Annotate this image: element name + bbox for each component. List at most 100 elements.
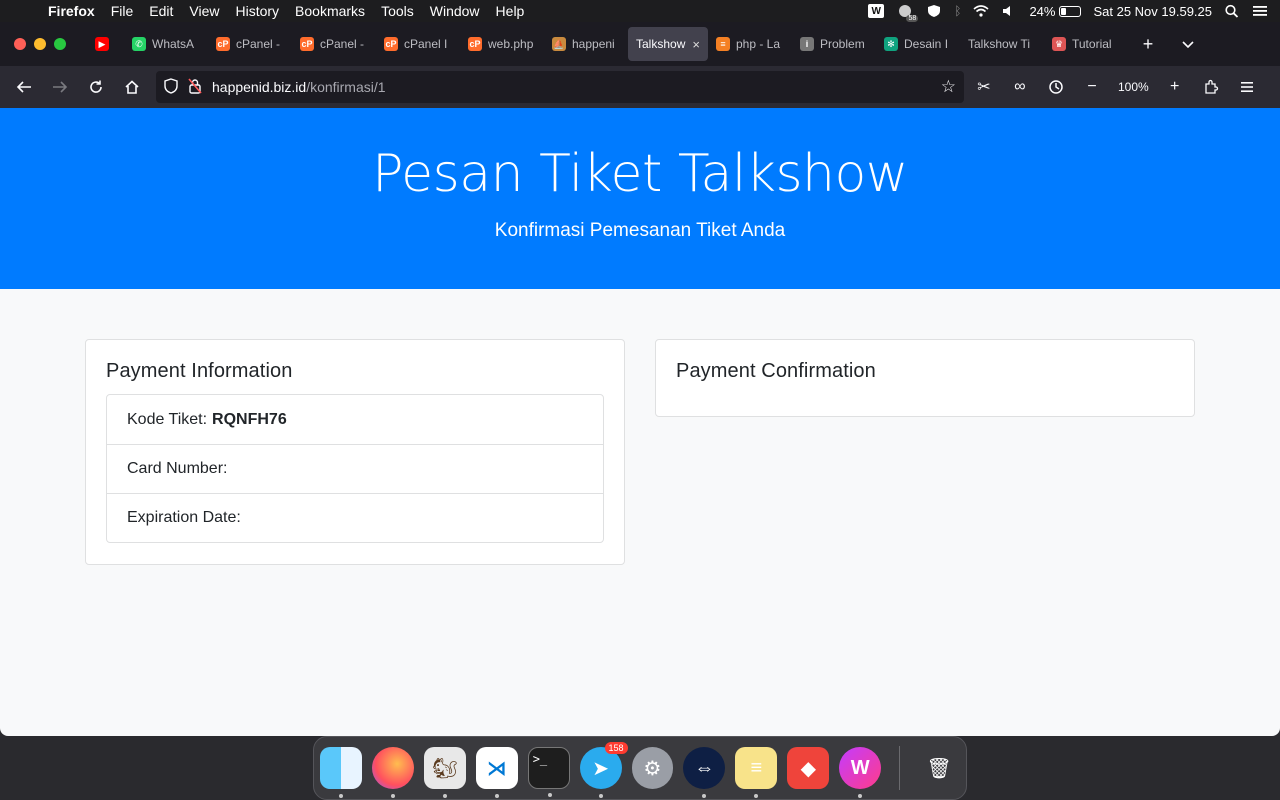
extensions-puzzle-icon[interactable]: [1195, 72, 1227, 102]
forward-button[interactable]: [44, 72, 76, 102]
cpanel-icon: cP: [384, 37, 398, 51]
url-bar[interactable]: happenid.biz.id/konfirmasi/1 ☆: [156, 71, 964, 103]
volume-icon[interactable]: [1001, 4, 1017, 18]
tab[interactable]: ⛵ happeni: [544, 27, 628, 61]
expiration-date-label: Expiration Date:: [127, 509, 241, 526]
stackoverflow-icon: ≡: [716, 37, 730, 51]
vpn-shield-icon[interactable]: [926, 4, 942, 18]
tab[interactable]: ✆ WhatsA: [124, 27, 208, 61]
tab[interactable]: cP web.php: [460, 27, 544, 61]
menu-view[interactable]: View: [181, 3, 227, 19]
whatsapp-icon: ✆: [132, 37, 146, 51]
bluetooth-icon[interactable]: ᛒ: [954, 4, 961, 18]
wps-status-icon[interactable]: W: [868, 4, 885, 18]
url-host: happenid.biz.id: [212, 79, 307, 95]
tab-list: ▶ ✆ WhatsA cP cPanel - cP cPanel - cP cPanel Ic…: [80, 22, 1128, 66]
url-path: /konfirmasi/1: [306, 79, 386, 95]
dock-telegram-icon[interactable]: ➤ 158: [579, 742, 628, 798]
tab[interactable]: cP cPanel -: [292, 27, 376, 61]
screenshot-icon[interactable]: ✂: [968, 72, 1000, 102]
dock-system-preferences-icon[interactable]: ⚙: [631, 747, 674, 789]
telegram-unread-badge: 158: [604, 742, 628, 754]
tab-pinned-youtube[interactable]: ▶: [80, 27, 124, 61]
battery-icon: [1059, 5, 1082, 17]
browser-tab-strip: ▶ ✆ WhatsA cP cPanel - cP cPanel - cP cPanel Ic…: [0, 22, 1280, 66]
list-item-kode-tiket: Kode Tiket: RQNFH76: [107, 395, 603, 444]
tab-label: cPanel I: [404, 37, 448, 51]
notification-status-icon[interactable]: 58: [896, 4, 919, 22]
home-button[interactable]: [116, 72, 148, 102]
menu-file[interactable]: File: [103, 3, 142, 19]
zoom-in-button[interactable]: +: [1159, 72, 1191, 102]
maximize-window-button[interactable]: [54, 38, 66, 50]
tab-active[interactable]: Talkshow ×: [628, 27, 708, 61]
dock-anydesk-icon[interactable]: ◆: [787, 747, 830, 789]
history-clock-icon[interactable]: [1040, 72, 1072, 102]
back-button[interactable]: [8, 72, 40, 102]
menu-history[interactable]: History: [227, 3, 287, 19]
menu-window[interactable]: Window: [422, 3, 488, 19]
menu-help[interactable]: Help: [488, 3, 533, 19]
list-all-tabs-chevron-down-icon[interactable]: [1168, 34, 1208, 55]
ship-icon: ⛵: [552, 37, 566, 51]
tab[interactable]: cP cPanel -: [208, 27, 292, 61]
insecure-lock-icon[interactable]: [188, 77, 202, 97]
dock-trash-icon[interactable]: 🗑: [918, 747, 960, 789]
spotlight-search-icon[interactable]: [1224, 4, 1240, 18]
macos-menubar: Firefox File Edit View History Bookmarks…: [0, 0, 1280, 22]
payment-information-card: Payment Information Kode Tiket: RQNFH76 …: [85, 339, 625, 565]
payment-confirmation-card: Payment Confirmation: [655, 339, 1195, 417]
tab[interactable]: ♛ Tutorial: [1044, 27, 1128, 61]
dock-notes-icon[interactable]: ≡: [735, 747, 778, 798]
dock-wps-office-icon[interactable]: W: [839, 747, 882, 798]
card-number-label: Card Number:: [127, 460, 228, 477]
tutorial-icon: ♛: [1052, 37, 1066, 51]
menu-app-firefox[interactable]: Firefox: [40, 3, 103, 19]
info-icon: i: [800, 37, 814, 51]
wifi-icon[interactable]: [973, 4, 989, 18]
tab-label: cPanel -: [320, 37, 365, 51]
menu-bookmarks[interactable]: Bookmarks: [287, 3, 373, 19]
dock-vscode-icon[interactable]: ⋊: [475, 747, 518, 798]
reload-button[interactable]: [80, 72, 112, 102]
private-mask-icon[interactable]: ∞: [1004, 72, 1036, 102]
tab[interactable]: ≡ php - La: [708, 27, 792, 61]
tracking-protection-shield-icon[interactable]: [164, 77, 178, 97]
minimize-window-button[interactable]: [34, 38, 46, 50]
tab-label: Tutorial: [1072, 37, 1112, 51]
hero-banner: Pesan Tiket Talkshow Konfirmasi Pemesana…: [0, 108, 1280, 289]
dock-terminal-icon[interactable]: >_: [527, 747, 570, 797]
new-tab-button[interactable]: +: [1128, 34, 1168, 55]
bookmark-star-icon[interactable]: ☆: [941, 77, 956, 97]
menu-edit[interactable]: Edit: [141, 3, 181, 19]
page-subtitle: Konfirmasi Pemesanan Tiket Anda: [494, 220, 786, 241]
tab-label: happeni: [572, 37, 615, 51]
tab-label: WhatsA: [152, 37, 195, 51]
tab-label: web.php: [488, 37, 534, 51]
control-center-icon[interactable]: [1252, 4, 1268, 18]
web-page: Pesan Tiket Talkshow Konfirmasi Pemesana…: [0, 108, 1280, 736]
tab-label: cPanel -: [236, 37, 281, 51]
menu-tools[interactable]: Tools: [373, 3, 422, 19]
close-window-button[interactable]: [14, 38, 26, 50]
clock[interactable]: Sat 25 Nov 19.59.25: [1093, 4, 1212, 19]
dock-finder-icon[interactable]: [320, 747, 362, 798]
dock-sequel-ace-icon[interactable]: 🐿: [423, 747, 466, 798]
kode-tiket-value: RQNFH76: [212, 410, 287, 428]
zoom-level[interactable]: 100%: [1112, 80, 1155, 94]
zoom-out-button[interactable]: −: [1076, 72, 1108, 102]
list-item-expiration-date: Expiration Date:: [107, 493, 603, 542]
close-tab-icon[interactable]: ×: [692, 37, 700, 52]
battery-indicator[interactable]: 24%: [1029, 4, 1082, 19]
status-badge-count: 58: [906, 15, 919, 22]
cpanel-icon: cP: [468, 37, 482, 51]
window-controls: [0, 38, 80, 50]
page-title: Pesan Tiket Talkshow: [372, 144, 908, 204]
tab[interactable]: i Problem: [792, 27, 876, 61]
dock-firefox-icon[interactable]: [371, 747, 414, 798]
tab[interactable]: ✻ Desain I: [876, 27, 960, 61]
tab[interactable]: cP cPanel I: [376, 27, 460, 61]
tab[interactable]: Talkshow Ti: [960, 27, 1044, 61]
app-menu-hamburger-icon[interactable]: [1231, 72, 1263, 102]
dock-teamviewer-icon[interactable]: ⇔: [683, 747, 726, 798]
